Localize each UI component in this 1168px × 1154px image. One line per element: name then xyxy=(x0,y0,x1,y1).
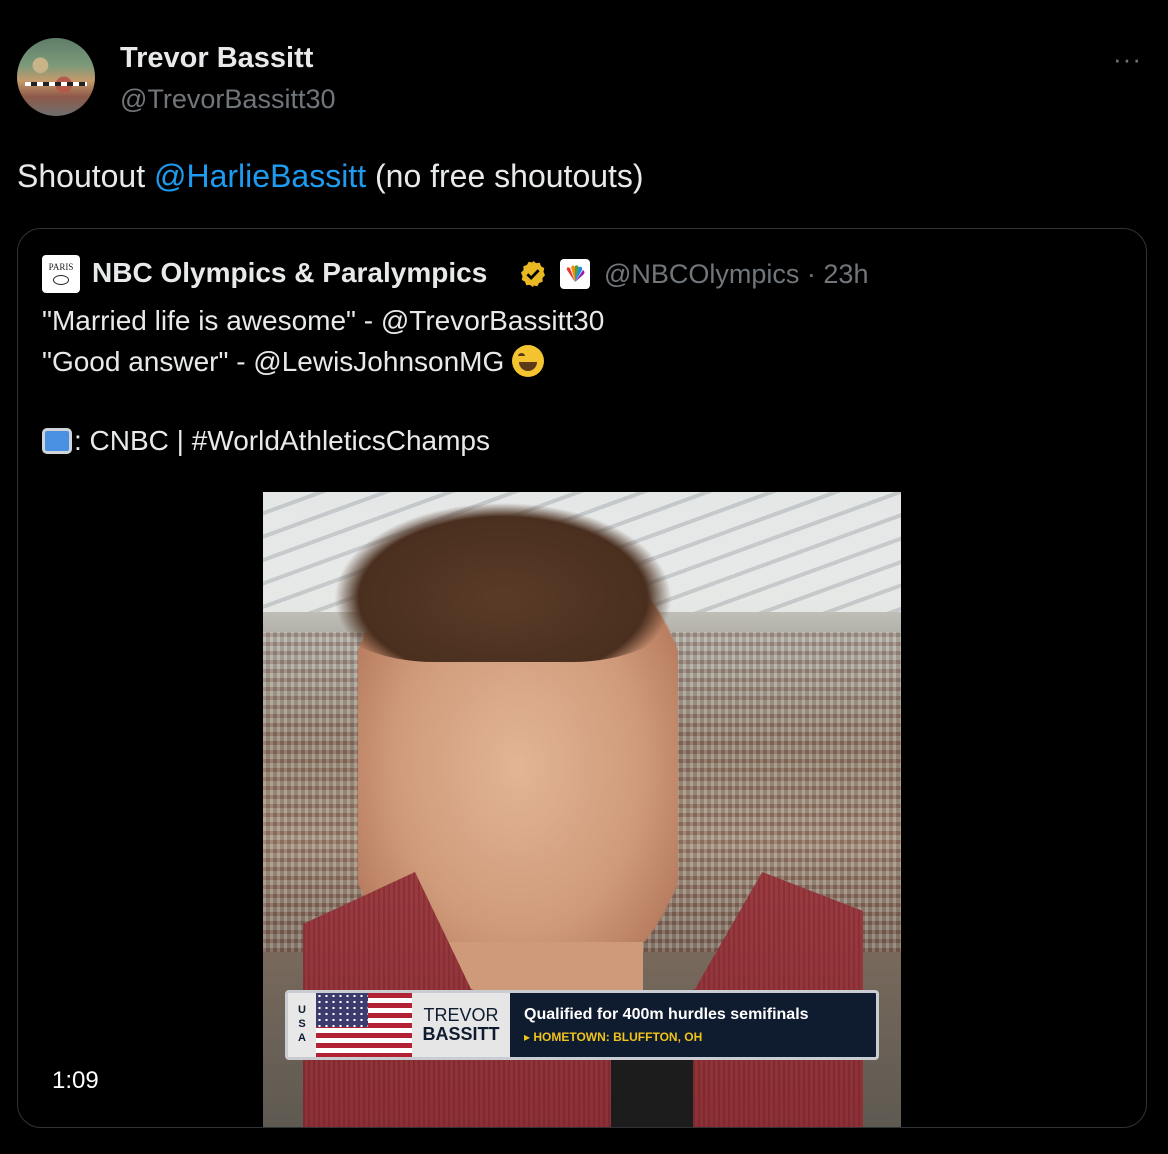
quoted-line-2: "Good answer" - @LewisJohnsonMG xyxy=(42,345,545,378)
athlete-info-block: Qualified for 400m hurdles semifinals ▸ … xyxy=(510,993,876,1057)
mention-link[interactable]: @HarlieBassitt xyxy=(154,158,366,194)
quoted-line-2-text: "Good answer" - @LewisJohnsonMG xyxy=(42,346,513,377)
quoted-tweet-card[interactable]: PARIS NBC Olympics & Paralympics @NBCOly… xyxy=(17,228,1147,1128)
flag-canton xyxy=(316,993,368,1027)
laughing-emoji-icon xyxy=(512,345,545,377)
lower-third-hometown: ▸ HOMETOWN: BLUFFTON, OH xyxy=(524,1030,876,1044)
arrow-icon: ▸ xyxy=(524,1030,534,1044)
country-letter: A xyxy=(298,1031,306,1044)
quoted-avatar[interactable]: PARIS xyxy=(42,255,80,293)
peacock-icon xyxy=(566,265,585,282)
more-options-icon[interactable]: ··· xyxy=(1113,44,1142,75)
athlete-first-name: TREVOR xyxy=(423,1005,499,1026)
country-code: U S A xyxy=(288,993,316,1057)
nbc-sports-icon xyxy=(560,259,590,289)
verified-badge-icon xyxy=(521,260,545,288)
tweet-text: Shoutout @HarlieBassitt (no free shoutou… xyxy=(17,158,644,195)
quoted-avatar-text: PARIS xyxy=(48,262,74,272)
author-name[interactable]: Trevor Bassitt xyxy=(120,42,313,75)
hometown-text: HOMETOWN: BLUFFTON, OH xyxy=(533,1030,703,1044)
microphone xyxy=(611,1052,693,1127)
olympic-rings-icon xyxy=(53,275,69,285)
country-letter: U xyxy=(298,1004,306,1017)
tv-emoji-icon xyxy=(42,428,72,454)
tweet-text-suffix: (no free shoutouts) xyxy=(366,158,644,194)
quoted-handle-time[interactable]: @NBCOlympics · 23h xyxy=(604,259,868,290)
author-handle[interactable]: @TrevorBassitt30 xyxy=(120,84,335,115)
lower-third-headline: Qualified for 400m hurdles semifinals xyxy=(524,1006,809,1023)
video-player[interactable]: U S A TREVOR BASSITT Qualified for 400m … xyxy=(263,492,901,1127)
quoted-line-3-text: : CNBC | #WorldAthleticsChamps xyxy=(74,425,490,456)
quoted-line-1: "Married life is awesome" - @TrevorBassi… xyxy=(42,305,605,336)
quoted-author-name[interactable]: NBC Olympics & Paralympics xyxy=(92,257,487,289)
athlete-name-block: TREVOR BASSITT xyxy=(412,993,510,1057)
author-avatar[interactable] xyxy=(17,38,95,116)
usa-flag-icon xyxy=(316,993,412,1057)
tweet-text-prefix: Shoutout xyxy=(17,158,154,194)
video-duration: 1:09 xyxy=(52,1067,99,1094)
quoted-line-3: : CNBC | #WorldAthleticsChamps xyxy=(42,425,490,457)
athlete-hair xyxy=(333,502,673,662)
lower-third-graphic: U S A TREVOR BASSITT Qualified for 400m … xyxy=(285,990,879,1060)
country-letter: S xyxy=(298,1018,306,1031)
athlete-last-name: BASSITT xyxy=(422,1024,500,1044)
